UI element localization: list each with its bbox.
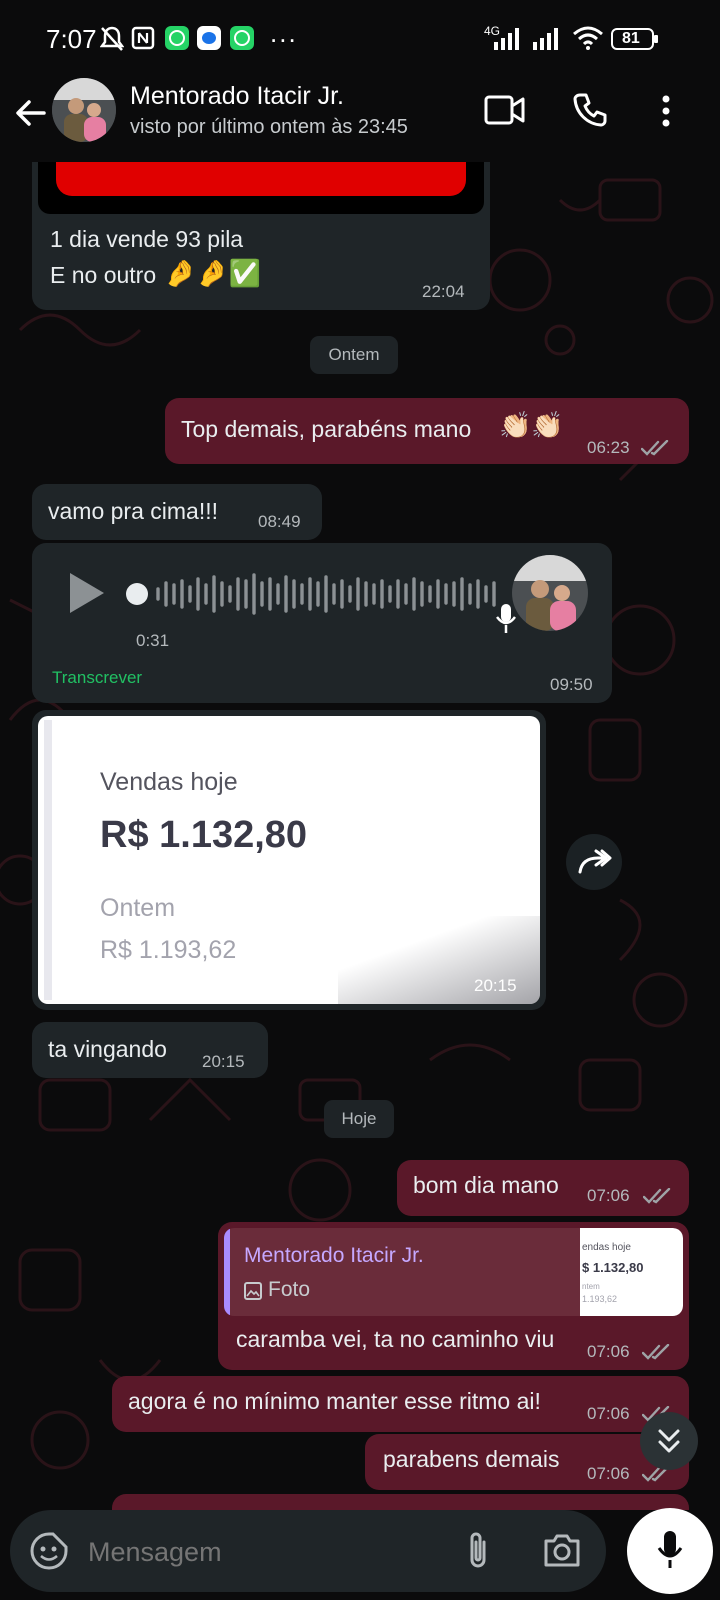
quote-sender-name: Mentorado Itacir Jr.: [244, 1244, 424, 1267]
message-time: 09:50: [550, 675, 593, 694]
back-arrow-icon[interactable]: [14, 96, 48, 135]
read-receipt-icon: [642, 1187, 673, 1209]
message-time: 06:23: [587, 438, 630, 457]
battery-level: 81: [622, 30, 640, 47]
signal-icon-2: [533, 28, 563, 55]
scroll-to-bottom-button[interactable]: [640, 1412, 698, 1470]
message-incoming-2[interactable]: vamo pra cima!!! 08:49: [32, 484, 322, 540]
message-text: ta vingando: [48, 1036, 167, 1062]
sales-yesterday-label: Ontem: [100, 894, 176, 922]
playback-position-dot[interactable]: [126, 583, 148, 605]
message-time: 07:06: [587, 1464, 630, 1483]
forward-icon: [578, 848, 612, 881]
double-chevron-down-icon: [657, 1428, 681, 1461]
message-text: agora é no mínimo manter esse ritmo ai!: [128, 1388, 541, 1414]
message-composer[interactable]: [10, 1510, 606, 1592]
wifi-icon: [572, 26, 604, 55]
date-divider-yesterday: Ontem: [310, 336, 398, 374]
waveform[interactable]: [156, 569, 508, 619]
thumb-title: endas hoje: [582, 1242, 631, 1253]
photo-icon: [244, 1282, 262, 1305]
message-emojis: 🤌🤌✅: [164, 258, 262, 288]
sales-yesterday-value: R$ 1.193,62: [100, 936, 237, 964]
nfc-icon: [131, 26, 155, 55]
read-receipt-icon: [641, 1343, 672, 1365]
quote-type: Foto: [268, 1278, 311, 1301]
voice-call-icon[interactable]: [572, 92, 608, 133]
message-outgoing-reply[interactable]: Mentorado Itacir Jr. Foto endas hoje $ 1…: [218, 1222, 689, 1370]
message-incoming-3[interactable]: ta vingando 20:15: [32, 1022, 268, 1078]
message-text: bom dia mano: [413, 1172, 559, 1198]
camera-icon[interactable]: [542, 1532, 582, 1573]
quoted-message[interactable]: Mentorado Itacir Jr. Foto endas hoje $ 1…: [224, 1228, 683, 1316]
quote-thumbnail: endas hoje $ 1.132,80 ntem 1.193,62: [580, 1228, 683, 1316]
image-left-stripe: [44, 720, 52, 1000]
contact-name[interactable]: Mentorado Itacir Jr.: [130, 82, 344, 111]
play-icon[interactable]: [68, 571, 106, 620]
message-text: vamo pra cima!!!: [48, 498, 218, 524]
chat-header: Mentorado Itacir Jr. visto por último on…: [0, 78, 720, 162]
signal-icon: [494, 28, 524, 55]
microphone-icon: [657, 1530, 683, 1575]
messages-notification-icon: [197, 26, 221, 55]
status-time: 7:07: [46, 24, 97, 54]
voice-duration: 0:31: [136, 631, 170, 650]
sales-today-label: Vendas hoje: [100, 768, 238, 796]
message-outgoing-partial: [112, 1494, 689, 1510]
voice-message[interactable]: 0:31 Transcrever 09:50: [32, 543, 612, 703]
read-receipt-icon: [640, 439, 671, 461]
microphone-icon: [494, 603, 518, 640]
message-text-line1: 1 dia vende 93 pila: [50, 226, 244, 252]
message-time: 07:06: [587, 1186, 630, 1205]
transcribe-link[interactable]: Transcrever: [52, 668, 142, 688]
message-time: 08:49: [258, 512, 301, 531]
message-text-line2: E no outro: [50, 262, 157, 288]
message-emojis: 👏🏻👏🏻: [499, 410, 564, 440]
status-more: ...: [270, 18, 298, 48]
date-divider-today: Hoje: [324, 1100, 394, 1138]
sales-today-value: R$ 1.132,80: [100, 814, 308, 856]
message-incoming-1[interactable]: 1 dia vende 93 pila E no outro 🤌🤌✅ 22:04: [32, 140, 490, 310]
message-time: 07:06: [587, 1342, 630, 1361]
message-text: caramba vei, ta no caminho viu: [236, 1326, 555, 1352]
image-time: 20:15: [474, 976, 517, 995]
last-seen: visto por último ontem às 23:45: [130, 116, 408, 138]
message-text: parabens demais: [383, 1446, 560, 1472]
attach-icon[interactable]: [464, 1530, 492, 1577]
message-input[interactable]: [86, 1530, 440, 1574]
thumb-value: $ 1.132,80: [582, 1260, 644, 1275]
notifications-off-icon: [99, 25, 125, 58]
status-bar: 7:07 ... 4G 81: [0, 0, 720, 78]
message-time: 07:06: [587, 1404, 630, 1423]
whatsapp-notification-icon: [165, 26, 189, 55]
voice-record-button[interactable]: [627, 1508, 713, 1594]
image-message[interactable]: Vendas hoje R$ 1.132,80 Ontem R$ 1.193,6…: [32, 710, 546, 1010]
thumb-sub: ntem: [582, 1282, 600, 1291]
thumb-sub-value: 1.193,62: [582, 1294, 618, 1304]
forward-button[interactable]: [566, 834, 622, 890]
message-text: Top demais, parabéns mano: [181, 416, 472, 442]
quote-accent-bar: [224, 1228, 230, 1316]
whatsapp-notification-icon-2: [230, 26, 254, 55]
message-outgoing-1[interactable]: Top demais, parabéns mano 👏🏻👏🏻 06:23: [165, 398, 689, 464]
message-time: 22:04: [422, 282, 465, 301]
sticker-emoji-icon[interactable]: [30, 1532, 68, 1575]
message-outgoing-2[interactable]: bom dia mano 07:06: [397, 1160, 689, 1216]
video-call-icon[interactable]: [484, 94, 526, 131]
sender-avatar: [512, 555, 588, 631]
message-outgoing-3[interactable]: agora é no mínimo manter esse ritmo ai! …: [112, 1376, 689, 1432]
message-time: 20:15: [202, 1052, 245, 1071]
contact-avatar[interactable]: [52, 78, 116, 142]
sales-screenshot-image[interactable]: Vendas hoje R$ 1.132,80 Ontem R$ 1.193,6…: [38, 716, 540, 1004]
more-options-icon[interactable]: [661, 94, 671, 133]
